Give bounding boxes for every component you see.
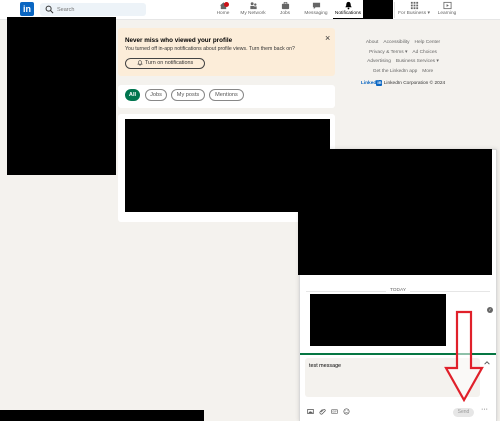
nav-jobs-label: Jobs [279, 11, 291, 16]
nav-home[interactable]: Home [214, 1, 232, 19]
attachment-icon[interactable] [319, 408, 326, 415]
annotation-arrow-icon [444, 310, 484, 402]
banner-subtitle: You turned off in-app notifications abou… [125, 46, 295, 52]
filter-my-posts[interactable]: My posts [171, 89, 205, 101]
footer-link-more[interactable]: More [422, 69, 433, 74]
redacted-message [310, 294, 446, 346]
read-receipt-icon: ✓ [487, 307, 493, 313]
close-icon[interactable]: × [325, 34, 330, 43]
footer-link-help-center[interactable]: Help Center [415, 40, 441, 45]
linkedin-logo[interactable]: in [20, 2, 34, 16]
nav-notifications-label: Notifications [334, 11, 362, 16]
profile-views-banner: Never miss who viewed your profile You t… [118, 28, 335, 76]
chevron-down-icon: ▾ [427, 11, 430, 16]
footer-link-business-services[interactable]: Business Services ▾ [396, 59, 439, 64]
linkedin-logo: in [376, 80, 383, 86]
redacted-profile-card [7, 17, 116, 175]
footer-row: Advertising Business Services ▾ [353, 57, 453, 67]
search-icon [45, 5, 54, 14]
nav-for-business[interactable]: For Business ▾ [397, 1, 431, 19]
copyright-text: LinkedIn Corporation © 2024 [383, 81, 446, 86]
linkedin-wordmark: Linked [360, 81, 377, 86]
footer-link-advertising[interactable]: Advertising [367, 59, 391, 64]
network-icon [249, 2, 257, 10]
day-separator: TODAY [300, 288, 496, 293]
nav-divider [394, 2, 395, 18]
bell-icon [137, 59, 143, 66]
search-box[interactable] [40, 3, 146, 16]
nav-messaging[interactable]: Messaging [303, 1, 329, 19]
footer-row: Get the LinkedIn app More [353, 67, 453, 77]
redacted-conversation-header [298, 149, 492, 275]
gif-icon[interactable]: GIF [331, 408, 338, 415]
copyright-line: Linkedin LinkedIn Corporation © 2024 [353, 79, 453, 89]
footer-links: About Accessibility Help Center Privacy & … [353, 38, 453, 89]
briefcase-icon [281, 1, 289, 10]
filter-mentions[interactable]: Mentions [209, 89, 244, 101]
play-icon [442, 1, 452, 10]
notification-filters: All Jobs My posts Mentions [118, 85, 335, 108]
nav-my-network-label: My Network [240, 11, 266, 16]
footer-link-accessibility[interactable]: Accessibility [383, 40, 409, 45]
turn-on-notifications-label: Turn on notifications [144, 60, 194, 66]
footer-link-ad-choices[interactable]: Ad Choices [412, 50, 437, 55]
image-icon[interactable] [307, 408, 314, 415]
filter-all[interactable]: All [125, 89, 140, 101]
banner-title: Never miss who viewed your profile [125, 37, 233, 44]
footer-link-about[interactable]: About [366, 40, 379, 45]
footer-link-get-app[interactable]: Get the LinkedIn app [373, 69, 418, 74]
grid-icon [410, 1, 418, 10]
footer-row: About Accessibility Help Center [353, 38, 453, 48]
notification-dot [224, 2, 229, 7]
nav-for-business-label: For Business ▾ [398, 11, 430, 16]
nav-messaging-label: Messaging [304, 11, 328, 16]
redacted-profile-area [363, 0, 393, 19]
filter-jobs[interactable]: Jobs [145, 89, 167, 101]
nav-home-label: Home [216, 11, 230, 16]
more-options-icon[interactable]: ··· [481, 406, 488, 413]
nav-my-network[interactable]: My Network [238, 1, 268, 19]
search-input[interactable] [57, 3, 143, 16]
redacted-bottom-area [0, 410, 204, 421]
bell-icon [344, 1, 352, 10]
nav-jobs[interactable]: Jobs [276, 1, 294, 19]
day-label: TODAY [385, 288, 411, 293]
nav-notifications[interactable]: Notifications [333, 1, 363, 19]
svg-text:GIF: GIF [332, 410, 337, 414]
nav-learning-label: Learning [437, 11, 457, 16]
send-button[interactable]: Send [453, 408, 474, 417]
emoji-icon[interactable] [343, 408, 350, 415]
messaging-icon [312, 2, 320, 10]
footer-link-privacy-terms[interactable]: Privacy & Terms ▾ [369, 50, 407, 55]
chevron-up-icon[interactable] [483, 359, 491, 367]
turn-on-notifications-button[interactable]: Turn on notifications [125, 58, 205, 69]
footer-row: Privacy & Terms ▾ Ad Choices [353, 48, 453, 58]
nav-learning[interactable]: Learning [436, 1, 458, 19]
